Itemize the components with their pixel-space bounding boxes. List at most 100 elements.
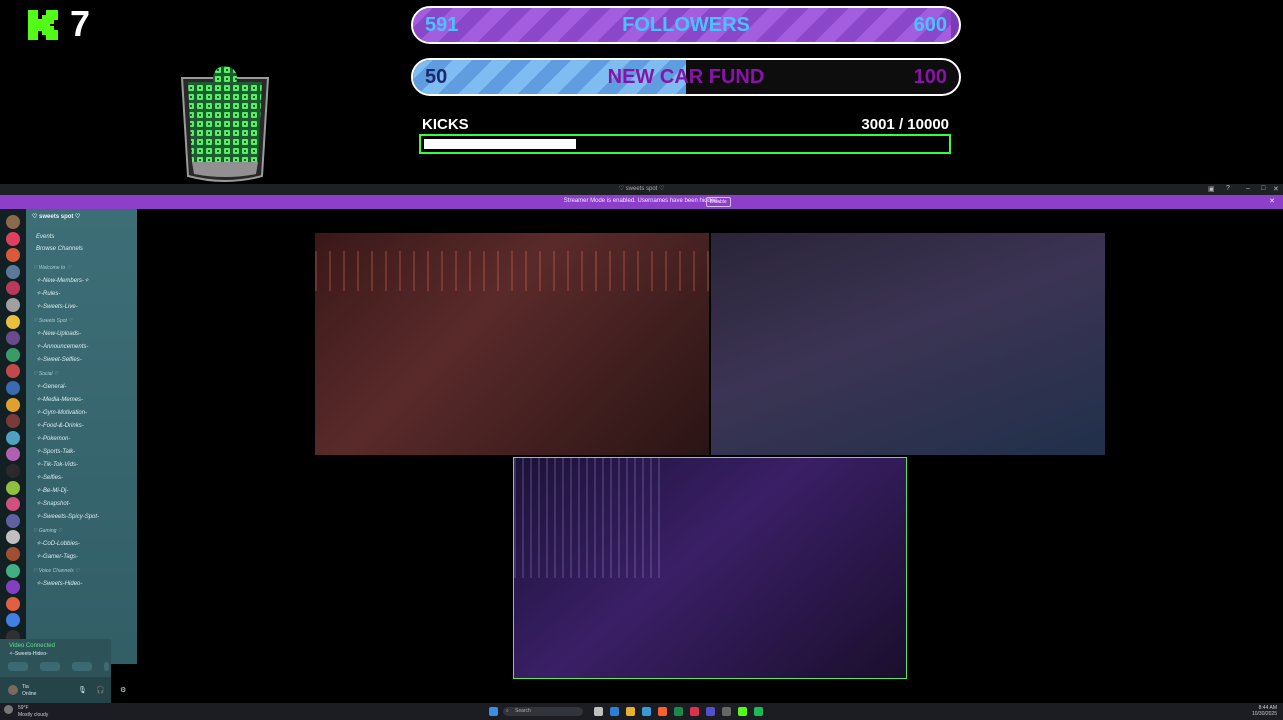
server-icon[interactable] [6,513,20,528]
server-icon[interactable] [6,580,20,595]
taskbar-app-icon[interactable] [658,707,667,716]
avatar[interactable] [8,685,18,695]
kick-counter: 7 [70,3,91,44]
channel-item[interactable]: ✧-Media-Memes- [36,396,83,403]
screen-share-button[interactable] [40,662,60,671]
activity-button[interactable] [72,662,92,671]
channel-item[interactable]: ✧-Tik-Tok-Vids- [36,461,78,468]
headphones-icon[interactable]: 🎧 [96,686,105,694]
channel-category[interactable]: ♡ Sweets Spot ♡ [33,318,73,324]
maximize-icon[interactable]: □ [1261,185,1265,192]
server-icon[interactable] [6,397,20,412]
windows-icon[interactable] [489,707,498,716]
weather-temp: 59°F [18,705,29,711]
taskbar: 59°F Mostly cloudy ⌕ Search 8:44 AM 10/3… [0,703,1283,720]
guild-name[interactable]: ♡ sweets spot ♡ [32,213,80,220]
channel-item[interactable]: ✧-New-Uploads- [36,330,81,337]
server-icon[interactable] [6,563,20,578]
server-icon[interactable] [6,414,20,429]
channel-category[interactable]: ♡ Voice Channels ♡ [33,568,80,574]
taskbar-app-icon[interactable] [690,707,699,716]
channel-item[interactable]: ✧-Be-Mi-Dj- [36,487,68,494]
server-icon[interactable] [6,298,20,312]
kick-logo-icon [26,8,60,42]
channel-item[interactable]: ✧-Food-&-Drinks- [36,422,84,429]
channel-item[interactable]: ✧-Sweeets-Spicy-Spot- [36,513,99,520]
taskbar-app-icon[interactable] [610,707,619,716]
voice-status: Video Connected [9,643,55,649]
channel-item[interactable]: ✧-CoD-Lobbies- [36,540,80,547]
browse-channels-item[interactable]: Browse Channels [36,246,83,252]
server-icon[interactable] [6,281,20,296]
channel-item[interactable]: ✧-New-Members-✧ [36,277,89,284]
video-button[interactable] [8,662,28,671]
channel-category[interactable]: ♡ Gaming ♡ [33,528,62,534]
channel-item[interactable]: ✧-Rules- [36,290,60,297]
channel-item[interactable]: ✧-Pokemon- [36,435,70,442]
taskbar-app-icon[interactable] [626,707,635,716]
channel-item[interactable]: ✧-Gamer-Tags- [36,553,78,560]
server-icon[interactable] [6,613,20,628]
disable-button[interactable]: Disable [706,197,731,207]
server-icon[interactable] [6,215,20,229]
channel-item[interactable]: ✧-Snapshot- [36,500,70,507]
inbox-icon[interactable]: ▣ [1208,185,1215,193]
taskbar-app-icon[interactable] [594,707,603,716]
channel-category[interactable]: ♡ Welcome to ♡ [33,265,71,271]
server-icon[interactable] [6,530,20,545]
taskbar-app-icon[interactable] [722,707,731,716]
server-icon[interactable] [6,314,20,329]
channel-item[interactable]: ✧-Selfies- [36,474,63,481]
clock[interactable]: 8:44 AM 10/30/2025 [1252,705,1277,717]
taskbar-app-icon[interactable] [642,707,651,716]
channel-sidebar: ♡ sweets spot ♡ Events Browse Channels ♡… [26,209,137,664]
server-icon[interactable] [6,248,20,263]
channel-item[interactable]: ✧-Sweets-Live- [36,303,78,310]
weather-icon[interactable] [4,705,13,714]
server-icon[interactable] [6,547,20,561]
mic-icon[interactable]: 🎙 [78,686,87,694]
server-icon[interactable] [6,381,20,395]
server-icon[interactable] [6,596,20,611]
server-icon[interactable] [6,347,20,362]
taskbar-app-icon[interactable] [674,707,683,716]
taskbar-search[interactable]: ⌕ Search [503,707,583,716]
discord-window: ♡ sweets spot ♡ ▣ ? – □ ✕ Streamer Mode … [0,184,1283,703]
search-icon: ⌕ [506,708,509,714]
soundboard-button[interactable] [104,662,109,671]
close-icon[interactable]: ✕ [1273,185,1279,193]
channel-item[interactable]: ✧-Gym-Motivation- [36,409,87,416]
kicks-label: KICKS [422,116,469,133]
car-fund-goal-label: NEW CAR FUND [607,65,765,88]
taskbar-app-icon[interactable] [706,707,715,716]
server-icon[interactable] [6,264,20,279]
jar-icon [180,66,270,182]
server-icon[interactable] [6,231,20,246]
server-icon[interactable] [6,497,20,512]
server-icon[interactable] [6,480,20,495]
channel-item[interactable]: ✧-General- [36,383,66,390]
minimize-icon[interactable]: – [1246,185,1250,192]
server-icon[interactable] [6,430,20,445]
server-icon[interactable] [6,447,20,462]
taskbar-app-icon[interactable] [754,707,763,716]
banner-close-icon[interactable]: ✕ [1269,197,1275,205]
video-tile-3[interactable] [513,457,907,679]
help-icon[interactable]: ? [1226,185,1230,192]
channel-item[interactable]: ✧-Sweets-Hideo- [36,580,82,587]
car-fund-goal-bar: 50 NEW CAR FUND 100 [411,58,961,96]
followers-goal-bar: 591 FOLLOWERS 600 [411,6,961,44]
channel-item[interactable]: ✧-Sweet-Selfies- [36,356,82,363]
video-tile-2[interactable] [711,233,1105,455]
events-item[interactable]: Events [36,234,54,240]
server-icon[interactable] [6,464,20,478]
server-icon[interactable] [6,331,20,346]
car-fund-goal-end: 100 [913,65,947,88]
channel-item[interactable]: ✧-Announcements- [36,343,88,350]
server-icon[interactable] [6,364,20,379]
video-tile-1[interactable] [315,233,709,455]
taskbar-app-icon[interactable] [738,707,747,716]
channel-item[interactable]: ✧-Sports-Talk- [36,448,75,455]
settings-icon[interactable]: ⚙ [120,686,126,694]
channel-category[interactable]: ♡ Social ♡ [33,371,58,377]
